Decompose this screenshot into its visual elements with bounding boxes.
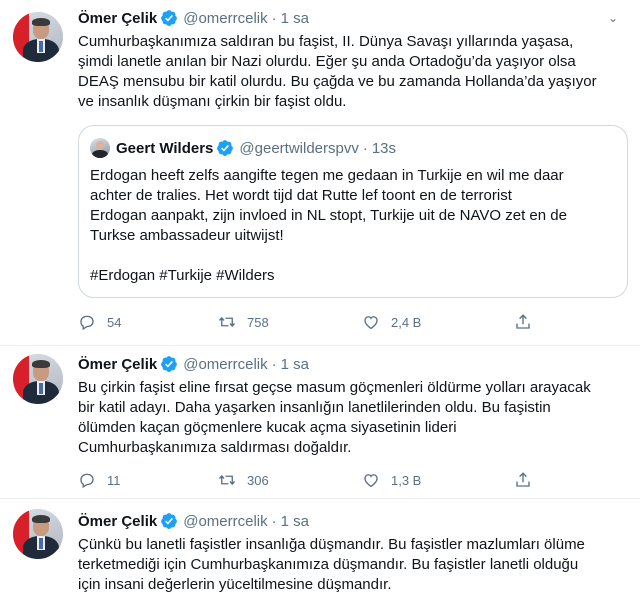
verified-badge-icon <box>161 513 178 529</box>
tweet-text: Çünkü bu lanetli faşistler insanlığa düş… <box>78 536 585 593</box>
quoted-tweet[interactable]: Geert Wilders @geertwilderspvv · 13s Erd… <box>78 125 628 298</box>
tweet[interactable]: Ömer Çelik @omerrcelik · 1 sa ⌄ Cumhurba… <box>0 0 640 346</box>
quoted-tweet-text: Erdogan heeft zelfs aangifte tegen me ge… <box>90 167 567 284</box>
like-button[interactable]: 2,4 B <box>362 312 421 332</box>
timestamp[interactable]: 1 sa <box>281 356 309 373</box>
quoted-author-handle: @geertwilderspvv <box>239 139 359 157</box>
like-button[interactable]: 1,3 B <box>362 470 421 490</box>
avatar[interactable] <box>13 509 63 559</box>
like-count: 1,3 B <box>391 472 422 488</box>
share-icon <box>516 314 530 329</box>
avatar[interactable] <box>13 354 63 404</box>
reply-button[interactable]: 11 <box>78 470 121 490</box>
tweet-text: Cumhurbaşkanımıza saldıran bu faşist, II… <box>78 33 597 110</box>
avatar[interactable] <box>13 12 63 62</box>
tweet-text: Bu çirkin faşist eline fırsat geçse masu… <box>78 379 591 456</box>
reply-icon <box>80 473 94 489</box>
verified-badge-icon <box>217 140 234 156</box>
share-icon <box>516 472 530 487</box>
retweet-button[interactable]: 306 <box>218 470 269 490</box>
heart-icon <box>364 316 378 330</box>
verified-badge-icon <box>161 356 178 372</box>
retweet-count: 758 <box>247 314 269 330</box>
tweet-actions: 54 758 2,4 B <box>78 312 578 332</box>
separator-dot: · <box>271 512 277 530</box>
retweet-count: 306 <box>247 472 269 488</box>
author-name[interactable]: Ömer Çelik <box>78 356 157 373</box>
timestamp[interactable]: 1 sa <box>281 513 309 530</box>
quoted-tweet-header: Geert Wilders @geertwilderspvv · 13s <box>90 138 396 158</box>
tweet[interactable]: Ömer Çelik @omerrcelik · 1 sa Bu çirkin … <box>0 346 640 499</box>
author-handle[interactable]: @omerrcelik <box>183 10 267 27</box>
tweet[interactable]: Ömer Çelik @omerrcelik · 1 sa Çünkü bu l… <box>0 499 640 607</box>
heart-icon <box>364 474 378 488</box>
reply-icon <box>80 315 94 331</box>
author-name[interactable]: Ömer Çelik <box>78 10 157 27</box>
chevron-down-icon[interactable]: ⌄ <box>604 9 622 27</box>
tweet-header: Ömer Çelik @omerrcelik · 1 sa <box>78 511 309 531</box>
retweet-icon <box>218 316 236 328</box>
tweet-actions: 11 306 1,3 B <box>78 470 578 490</box>
verified-badge-icon <box>161 10 178 26</box>
quoted-author-name: Geert Wilders <box>116 139 214 157</box>
separator-dot: · <box>271 9 277 27</box>
quoted-timestamp: 13s <box>371 139 397 157</box>
share-button[interactable] <box>514 470 532 490</box>
tweet-header: Ömer Çelik @omerrcelik · 1 sa <box>78 8 309 28</box>
reply-button[interactable]: 54 <box>78 312 121 332</box>
author-handle[interactable]: @omerrcelik <box>183 356 267 373</box>
timestamp[interactable]: 1 sa <box>281 10 309 27</box>
share-button[interactable] <box>514 312 532 332</box>
quoted-avatar <box>90 138 110 158</box>
separator-dot: · <box>362 139 368 157</box>
reply-count: 11 <box>107 472 121 488</box>
retweet-button[interactable]: 758 <box>218 312 269 332</box>
retweet-icon <box>218 474 236 486</box>
reply-count: 54 <box>107 314 122 330</box>
separator-dot: · <box>271 355 277 373</box>
tweet-header: Ömer Çelik @omerrcelik · 1 sa <box>78 354 309 374</box>
author-handle[interactable]: @omerrcelik <box>183 513 267 530</box>
like-count: 2,4 B <box>391 314 422 330</box>
author-name[interactable]: Ömer Çelik <box>78 513 157 530</box>
